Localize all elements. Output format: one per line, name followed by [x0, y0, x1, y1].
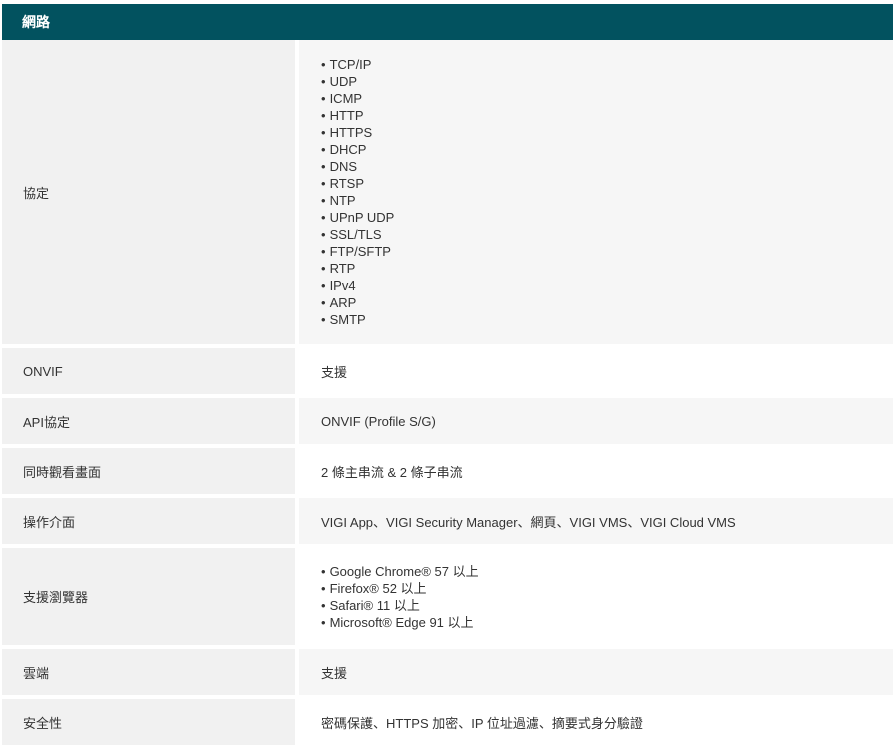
- spec-label: 支援瀏覽器: [2, 548, 299, 645]
- list-item: NTP: [321, 192, 394, 209]
- spec-row-security: 安全性 密碼保護、HTTPS 加密、IP 位址過濾、摘要式身分驗證: [2, 699, 893, 749]
- spec-row-cloud: 雲端 支援: [2, 649, 893, 699]
- spec-value: 2 條主串流 & 2 條子串流: [299, 448, 893, 494]
- spec-label-text: 同時觀看畫面: [23, 464, 102, 480]
- spec-value: 支援: [299, 348, 893, 394]
- spec-row-browsers: 支援瀏覽器 Google Chrome® 57 以上 Firefox® 52 以…: [2, 548, 893, 649]
- list-item: DHCP: [321, 141, 394, 158]
- list-item: Firefox® 52 以上: [321, 580, 479, 597]
- spec-label-text: 支援瀏覽器: [23, 590, 89, 605]
- spec-label-text: ONVIF: [23, 363, 63, 379]
- spec-value-text: 支援: [321, 665, 348, 681]
- section-title: 網路: [22, 14, 50, 30]
- spec-label-text: API協定: [23, 414, 70, 430]
- spec-row-onvif: ONVIF 支援: [2, 348, 893, 398]
- spec-value-text: 密碼保護、HTTPS 加密、IP 位址過濾、摘要式身分驗證: [321, 715, 643, 731]
- list-item: Microsoft® Edge 91 以上: [321, 614, 479, 631]
- list-item: TCP/IP: [321, 56, 394, 73]
- spec-value: 支援: [299, 649, 893, 695]
- list-item: Safari® 11 以上: [321, 597, 479, 614]
- spec-label-text: 協定: [23, 185, 50, 201]
- list-item: RTSP: [321, 175, 394, 192]
- spec-label: 雲端: [2, 649, 299, 695]
- spec-label: 安全性: [2, 699, 299, 745]
- spec-label: API協定: [2, 398, 299, 444]
- spec-value: 密碼保護、HTTPS 加密、IP 位址過濾、摘要式身分驗證: [299, 699, 893, 745]
- list-item: UDP: [321, 73, 394, 90]
- spec-value-text: 支援: [321, 364, 348, 380]
- list-item: Google Chrome® 57 以上: [321, 563, 479, 580]
- spec-label: 同時觀看畫面: [2, 448, 299, 494]
- protocol-list: TCP/IP UDP ICMP HTTP HTTPS DHCP DNS RTSP…: [321, 56, 395, 328]
- list-item: DNS: [321, 158, 394, 175]
- list-item: UPnP UDP: [321, 209, 395, 226]
- spec-row-simultaneous-views: 同時觀看畫面 2 條主串流 & 2 條子串流: [2, 448, 893, 498]
- list-item: SSL/TLS: [321, 226, 394, 243]
- spec-value-text: ONVIF (Profile S/G): [321, 413, 436, 429]
- spec-value-text: 2 條主串流 & 2 條子串流: [321, 464, 463, 480]
- list-item: HTTP: [321, 107, 394, 124]
- list-item: RTP: [321, 260, 394, 277]
- spec-row-interface: 操作介面 VIGI App、VIGI Security Manager、網頁、V…: [2, 498, 893, 548]
- list-item: SMTP: [321, 311, 394, 328]
- spec-table: 網路 協定 TCP/IP UDP ICMP HTTP HTTPS DHCP DN…: [2, 4, 893, 749]
- spec-label: 操作介面: [2, 498, 299, 544]
- spec-label-text: 安全性: [23, 715, 63, 731]
- list-item: HTTPS: [321, 124, 394, 141]
- spec-value-text: VIGI App、VIGI Security Manager、網頁、VIGI V…: [321, 514, 736, 530]
- spec-label-text: 操作介面: [23, 514, 76, 530]
- section-header: 網路: [2, 4, 893, 40]
- spec-value: ONVIF (Profile S/G): [299, 398, 893, 444]
- spec-label-text: 雲端: [23, 665, 50, 681]
- spec-label: ONVIF: [2, 348, 299, 394]
- list-item: ARP: [321, 294, 394, 311]
- list-item: IPv4: [321, 277, 394, 294]
- spec-label: 協定: [2, 40, 299, 344]
- spec-value: Google Chrome® 57 以上 Firefox® 52 以上 Safa…: [299, 548, 893, 645]
- browser-list: Google Chrome® 57 以上 Firefox® 52 以上 Safa…: [321, 563, 479, 631]
- spec-row-api: API協定 ONVIF (Profile S/G): [2, 398, 893, 448]
- list-item: ICMP: [321, 90, 394, 107]
- spec-value: VIGI App、VIGI Security Manager、網頁、VIGI V…: [299, 498, 893, 544]
- spec-row-protocols: 協定 TCP/IP UDP ICMP HTTP HTTPS DHCP DNS R…: [2, 40, 893, 348]
- spec-value: TCP/IP UDP ICMP HTTP HTTPS DHCP DNS RTSP…: [299, 40, 893, 344]
- list-item: FTP/SFTP: [321, 243, 394, 260]
